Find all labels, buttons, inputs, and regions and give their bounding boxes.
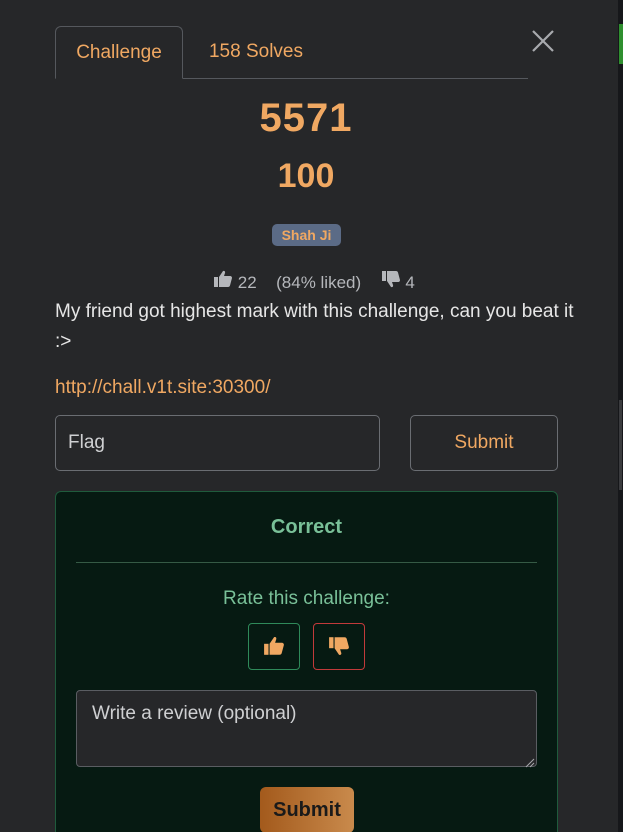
page-edge-accent <box>619 24 623 64</box>
rate-down-button[interactable] <box>313 623 365 670</box>
thumbs-up-icon <box>213 270 233 295</box>
rate-up-button[interactable] <box>248 623 300 670</box>
challenge-points: 100 <box>277 157 335 195</box>
thumbs-down-icon <box>381 270 401 295</box>
challenge-modal: Challenge 158 Solves 5571 100 Shah Ji 22… <box>0 0 618 832</box>
liked-percent: (84% liked) <box>276 272 362 292</box>
close-icon[interactable] <box>528 26 558 56</box>
vote-summary: 22 (84% liked) 4 <box>213 270 415 294</box>
thumbs-up-icon <box>264 637 284 655</box>
rate-label: Rate this challenge: <box>223 588 390 609</box>
result-panel: Correct Rate this challenge: Submit <box>55 491 558 832</box>
challenge-description: My friend got highest mark with this cha… <box>55 301 574 352</box>
challenge-link[interactable]: http://chall.v1t.site:30300/ <box>55 377 270 399</box>
tab-challenge[interactable]: Challenge <box>55 26 183 79</box>
submit-review-button[interactable]: Submit <box>260 787 354 832</box>
submit-flag-button[interactable]: Submit <box>410 415 558 471</box>
challenge-name: 5571 <box>259 96 353 140</box>
tab-bar: Challenge 158 Solves <box>55 26 528 79</box>
review-textarea[interactable] <box>76 690 537 767</box>
divider <box>76 562 537 563</box>
thumbs-down-icon <box>329 637 349 655</box>
tab-solves[interactable]: 158 Solves <box>196 26 316 78</box>
dislikes-count: 4 <box>405 272 415 292</box>
challenge-tag: Shah Ji <box>272 224 341 246</box>
scrollbar[interactable] <box>619 400 622 490</box>
likes-count: 22 <box>237 272 257 292</box>
result-status: Correct <box>270 516 343 538</box>
flag-input[interactable] <box>55 415 380 471</box>
resize-handle-icon[interactable] <box>525 755 535 768</box>
